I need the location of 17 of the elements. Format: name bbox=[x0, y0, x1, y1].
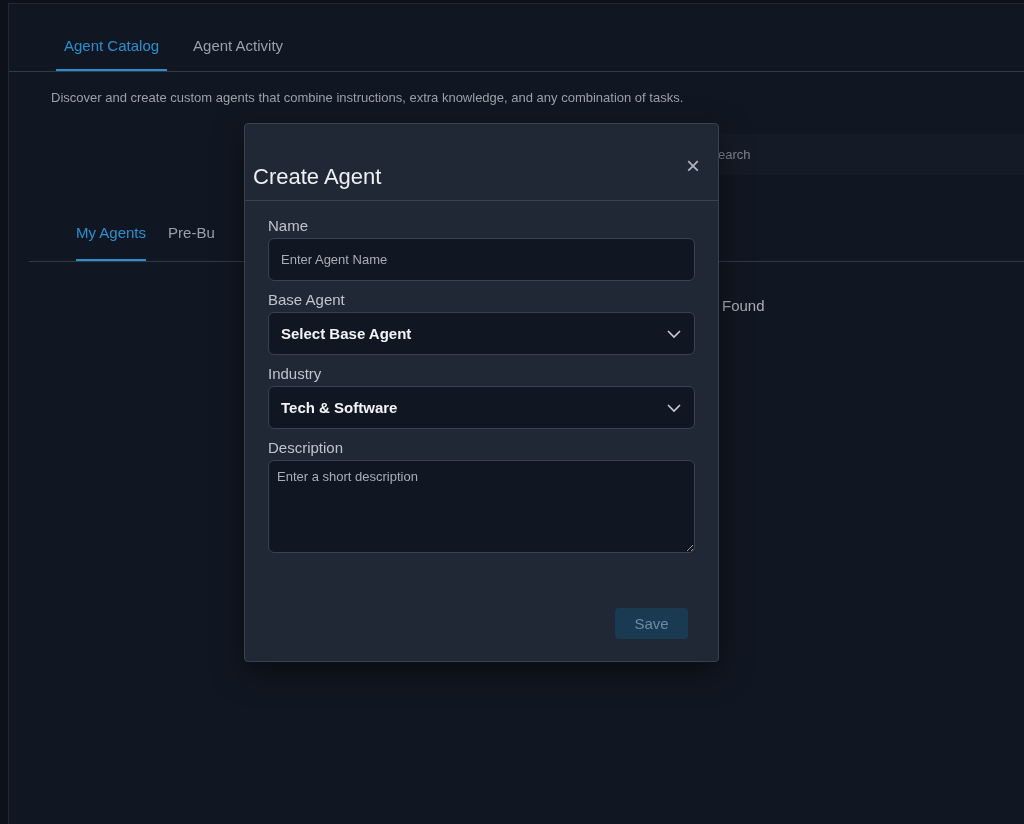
tab[interactable]: My Agents bbox=[76, 214, 147, 261]
field-label: Description bbox=[268, 439, 345, 456]
empty-message: Found bbox=[722, 297, 765, 314]
dialog-title: Create Agent bbox=[253, 164, 382, 190]
field-label: Industry bbox=[268, 365, 323, 382]
input-field[interactable]: Enter Agent Name bbox=[268, 238, 695, 281]
tab[interactable]: Pre-Bu bbox=[168, 214, 215, 261]
field-label: Base Agent bbox=[268, 291, 346, 308]
dropdown[interactable]: Select Base Agent bbox=[268, 312, 695, 355]
search-field[interactable]: earch bbox=[718, 134, 1024, 175]
dropdown[interactable]: Tech & Software bbox=[268, 386, 695, 429]
tab[interactable]: Agent Activity bbox=[185, 26, 292, 71]
close-button[interactable]: × bbox=[682, 156, 704, 176]
field-label: Name bbox=[268, 217, 309, 234]
tab[interactable]: Agent Catalog bbox=[56, 26, 168, 71]
page-description: Discover and create custom agents that combine instructions, extra knowledge, and any combination of tasks. bbox=[51, 90, 685, 105]
text-area[interactable]: Enter a short description bbox=[268, 460, 695, 553]
